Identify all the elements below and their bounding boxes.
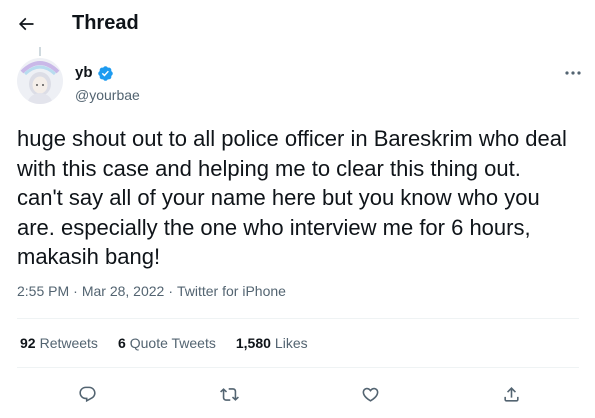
share-button[interactable] (494, 380, 528, 408)
reply-button[interactable] (70, 380, 104, 408)
more-options-button[interactable] (558, 61, 588, 85)
likes-stat[interactable]: 1,580 Likes (236, 334, 308, 352)
like-button[interactable] (353, 380, 387, 408)
tweet-metadata: 2:55 PM · Mar 28, 2022 · Twitter for iPh… (17, 282, 286, 300)
avatar[interactable] (17, 58, 63, 104)
retweet-icon (219, 387, 239, 401)
tweet-time[interactable]: 2:55 PM (17, 282, 69, 300)
retweet-button[interactable] (212, 380, 246, 408)
tweet-date[interactable]: Mar 28, 2022 (82, 282, 165, 300)
quote-tweets-count: 6 (117, 335, 126, 351)
divider (17, 318, 579, 319)
tweet-source[interactable]: Twitter for iPhone (177, 282, 286, 300)
tweet-text: huge shout out to all police officer in … (17, 126, 574, 270)
thread-connector-line (39, 47, 41, 56)
likes-count: 1,580 (235, 335, 271, 351)
quote-tweets-label: Quote Tweets (129, 335, 216, 351)
more-horizontal-icon (565, 71, 581, 75)
meta-separator: · (168, 283, 173, 299)
heart-icon (362, 387, 378, 402)
reply-icon (78, 386, 96, 402)
arrow-left-icon (18, 17, 34, 31)
page-title: Thread (72, 12, 139, 34)
display-name[interactable]: yb (75, 64, 93, 82)
retweets-count: 92 (20, 335, 36, 351)
author-name-row: yb (75, 64, 114, 82)
meta-separator: · (73, 283, 78, 299)
quote-tweets-stat[interactable]: 6 Quote Tweets (118, 334, 216, 352)
verified-badge-icon (97, 65, 113, 81)
tweet-stats: 92 Retweets 6 Quote Tweets 1,580 Likes (20, 334, 328, 352)
back-button[interactable] (10, 8, 42, 40)
share-icon (503, 386, 519, 402)
divider (17, 367, 579, 368)
retweets-label: Retweets (39, 335, 98, 351)
avatar-image (17, 58, 63, 104)
likes-label: Likes (274, 335, 308, 351)
username-handle[interactable]: @yourbae (75, 86, 140, 104)
retweets-stat[interactable]: 92 Retweets (20, 334, 98, 352)
